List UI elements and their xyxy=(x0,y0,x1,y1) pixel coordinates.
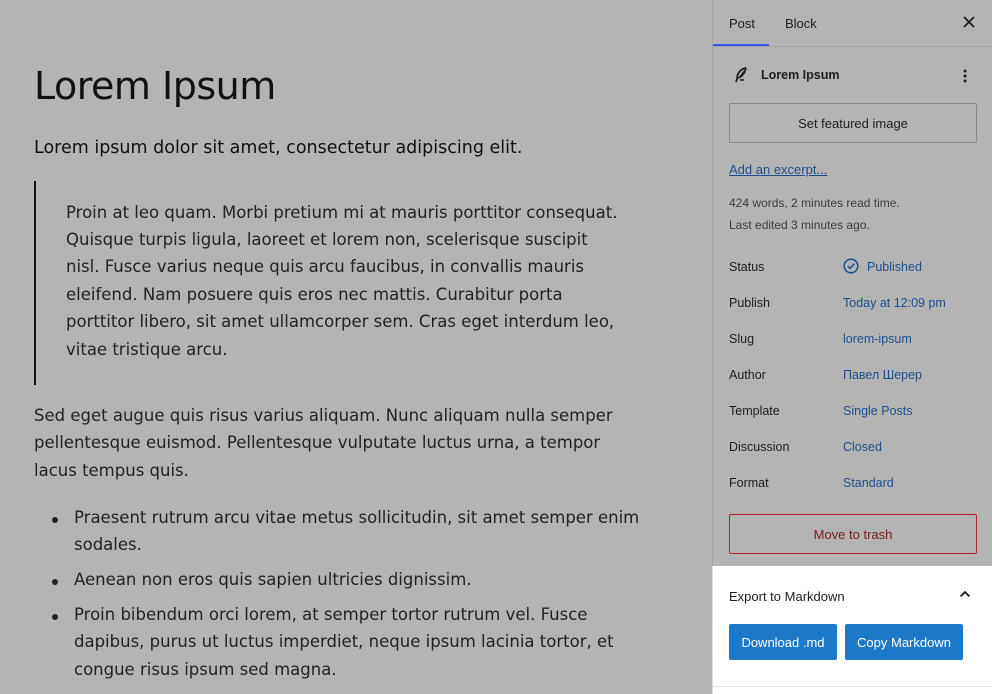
format-value[interactable]: Standard xyxy=(843,476,894,490)
intro-paragraph[interactable]: Lorem ipsum dolor sit amet, consectetur … xyxy=(34,138,522,158)
author-value[interactable]: Павел Шерер xyxy=(843,368,922,382)
quote-line: vitae tristique arcu. xyxy=(66,340,228,359)
quote-line: Quisque turpis ligula, laoreet et lorem … xyxy=(66,230,588,249)
add-excerpt-link[interactable]: Add an excerpt... xyxy=(729,162,827,177)
list-item[interactable]: dapibus, purus ut luctus imperdiet, nequ… xyxy=(74,632,614,651)
sidebar-tabs: Post Block xyxy=(713,0,992,47)
word-count: 424 words, 2 minutes read time. xyxy=(729,196,900,210)
set-featured-image-button[interactable]: Set featured image xyxy=(729,103,977,143)
feather-icon xyxy=(733,66,751,84)
slug-value[interactable]: lorem-ipsum xyxy=(843,332,912,346)
publish-value[interactable]: Today at 12:09 pm xyxy=(843,296,946,310)
status-label: Status xyxy=(729,260,765,274)
tab-block[interactable]: Block xyxy=(785,16,817,31)
quote-line: nisl. Fusce varius neque quis arcu fauci… xyxy=(66,257,585,276)
editor-canvas: Lorem Ipsum Lorem ipsum dolor sit amet, … xyxy=(0,0,712,694)
list-item[interactable]: Praesent rutrum arcu vitae metus sollici… xyxy=(74,508,639,527)
document-title: Lorem Ipsum xyxy=(761,68,840,82)
close-icon[interactable] xyxy=(959,12,979,32)
discussion-label: Discussion xyxy=(729,440,790,454)
template-label: Template xyxy=(729,404,780,418)
chevron-up-icon[interactable] xyxy=(957,586,973,602)
list-bullet xyxy=(52,579,58,585)
move-to-trash-button[interactable]: Move to trash xyxy=(729,514,977,554)
list-item[interactable]: Aenean non eros quis sapien ultricies di… xyxy=(74,570,472,589)
paragraph-line[interactable]: Sed eget augue quis risus varius aliquam… xyxy=(34,406,613,425)
quote-line: porttitor libero, sit amet ullamcorper s… xyxy=(66,312,615,331)
status-value[interactable]: Published xyxy=(867,260,922,274)
list-item[interactable]: Proin bibendum orci lorem, at semper tor… xyxy=(74,605,587,624)
author-label: Author xyxy=(729,368,766,382)
export-markdown-panel: Export to Markdown Download .md Copy Mar… xyxy=(712,566,992,694)
download-md-button[interactable]: Download .md xyxy=(729,624,837,660)
more-options-icon[interactable] xyxy=(957,68,973,84)
copy-markdown-button[interactable]: Copy Markdown xyxy=(845,624,963,660)
last-edited: Last edited 3 minutes ago. xyxy=(729,218,870,232)
list-item[interactable]: sodales. xyxy=(74,535,142,554)
discussion-value[interactable]: Closed xyxy=(843,440,882,454)
list-bullet xyxy=(52,614,58,620)
blockquote[interactable]: Proin at leo quam. Morbi pretium mi at m… xyxy=(34,181,664,385)
paragraph-line[interactable]: pellentesque euismod. Pellentesque vulpu… xyxy=(34,433,600,452)
export-panel-title[interactable]: Export to Markdown xyxy=(729,589,845,604)
quote-line: Proin at leo quam. Morbi pretium mi at m… xyxy=(66,203,618,222)
list-item[interactable]: congue risus ipsum sed magna. xyxy=(74,660,337,679)
divider xyxy=(713,686,992,687)
active-tab-indicator xyxy=(713,44,769,46)
list-bullet xyxy=(52,517,58,523)
template-value[interactable]: Single Posts xyxy=(843,404,912,418)
published-check-icon xyxy=(843,258,859,274)
quote-line: eleifend. Nam posuere quis eros nec matt… xyxy=(66,285,563,304)
document-header: Lorem Ipsum xyxy=(729,64,979,86)
post-title[interactable]: Lorem Ipsum xyxy=(34,64,276,108)
tab-post[interactable]: Post xyxy=(729,16,755,31)
paragraph-line[interactable]: lacus tempus quis. xyxy=(34,461,189,480)
publish-label: Publish xyxy=(729,296,770,310)
slug-label: Slug xyxy=(729,332,755,346)
format-label: Format xyxy=(729,476,769,490)
